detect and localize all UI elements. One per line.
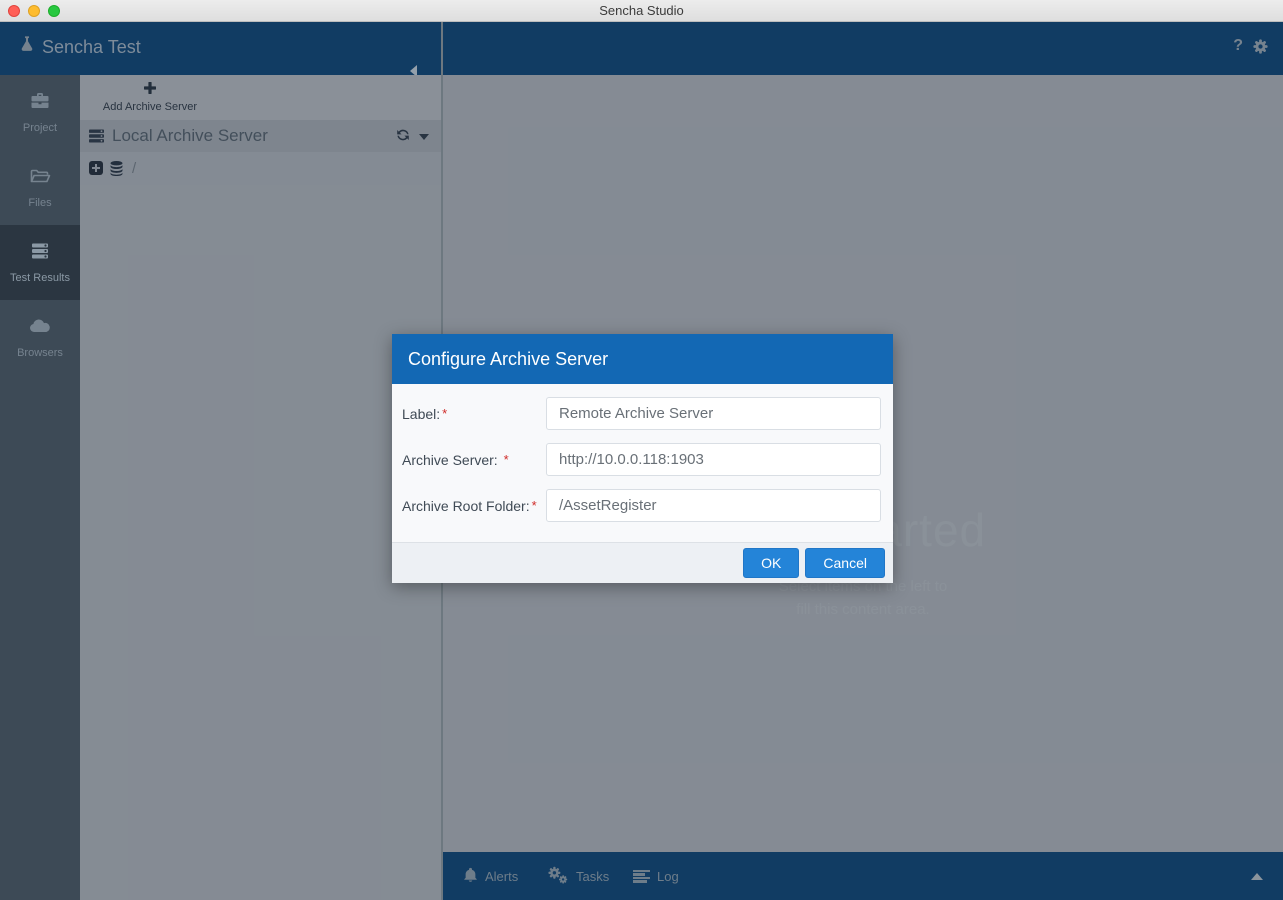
label-field-label: Label:* xyxy=(402,406,546,422)
dialog-title: Configure Archive Server xyxy=(408,349,608,370)
macos-titlebar: Sencha Studio xyxy=(0,0,1283,22)
sidebar-item-files[interactable]: Files xyxy=(0,150,80,225)
gears-icon xyxy=(548,866,569,887)
cloud-icon xyxy=(28,316,52,341)
required-asterisk: * xyxy=(442,406,447,421)
modal-mask xyxy=(80,75,441,900)
app-header: Sencha Test ? xyxy=(0,22,1283,75)
archive-server-input[interactable] xyxy=(546,443,881,476)
archive-root-folder-field-label: Archive Root Folder:* xyxy=(402,498,546,514)
ok-button[interactable]: OK xyxy=(743,548,799,578)
briefcase-icon xyxy=(29,91,51,116)
field-row-archive-root-folder: Archive Root Folder:* xyxy=(402,489,883,522)
archive-server-field-label: Archive Server: * xyxy=(402,452,546,468)
bell-icon xyxy=(463,867,478,886)
status-item-label: Log xyxy=(657,869,679,884)
required-asterisk: * xyxy=(504,452,509,467)
sidebar-item-browsers[interactable]: Browsers xyxy=(0,300,80,375)
field-label-text: Archive Server: xyxy=(402,452,502,468)
sidebar-item-label: Browsers xyxy=(17,347,63,359)
expand-panel-icon[interactable] xyxy=(1251,873,1263,880)
gear-icon[interactable] xyxy=(1252,38,1269,60)
help-icon[interactable]: ? xyxy=(1233,37,1243,55)
field-row-label: Label:* xyxy=(402,397,883,430)
status-item-tasks[interactable]: Tasks xyxy=(548,852,609,900)
status-bar: Alerts Tasks xyxy=(443,852,1283,900)
sidebar-item-label: Project xyxy=(23,122,57,134)
status-item-label: Alerts xyxy=(485,869,518,884)
sidebar-item-test-results[interactable]: Test Results xyxy=(0,225,80,300)
field-row-archive-server: Archive Server: * xyxy=(402,443,883,476)
folder-icon xyxy=(29,166,51,191)
server-icon xyxy=(29,241,51,266)
sidebar-item-project[interactable]: Project xyxy=(0,75,80,150)
app-title: Sencha Test xyxy=(42,37,141,58)
sidebar-item-label: Test Results xyxy=(10,272,70,284)
dialog-body: Label:* Archive Server: * Archive Root F… xyxy=(392,384,893,542)
dialog-footer: OK Cancel xyxy=(392,542,893,583)
left-icon-rail: Project Files Test Results Browsers xyxy=(0,75,80,900)
required-asterisk: * xyxy=(532,498,537,513)
window-title: Sencha Studio xyxy=(0,3,1283,18)
cancel-button[interactable]: Cancel xyxy=(805,548,885,578)
status-item-label: Tasks xyxy=(576,869,609,884)
dialog-header[interactable]: Configure Archive Server xyxy=(392,334,893,384)
field-label-text: Archive Root Folder: xyxy=(402,498,530,514)
flask-icon xyxy=(18,35,36,58)
status-item-log[interactable]: Log xyxy=(633,852,679,900)
configure-archive-server-dialog: Configure Archive Server Label:* Archive… xyxy=(392,334,893,583)
status-item-alerts[interactable]: Alerts xyxy=(463,852,518,900)
field-label-text: Label: xyxy=(402,406,440,422)
label-input[interactable] xyxy=(546,397,881,430)
sidebar-item-label: Files xyxy=(28,197,51,209)
archive-root-folder-input[interactable] xyxy=(546,489,881,522)
log-lines-icon xyxy=(633,870,650,883)
